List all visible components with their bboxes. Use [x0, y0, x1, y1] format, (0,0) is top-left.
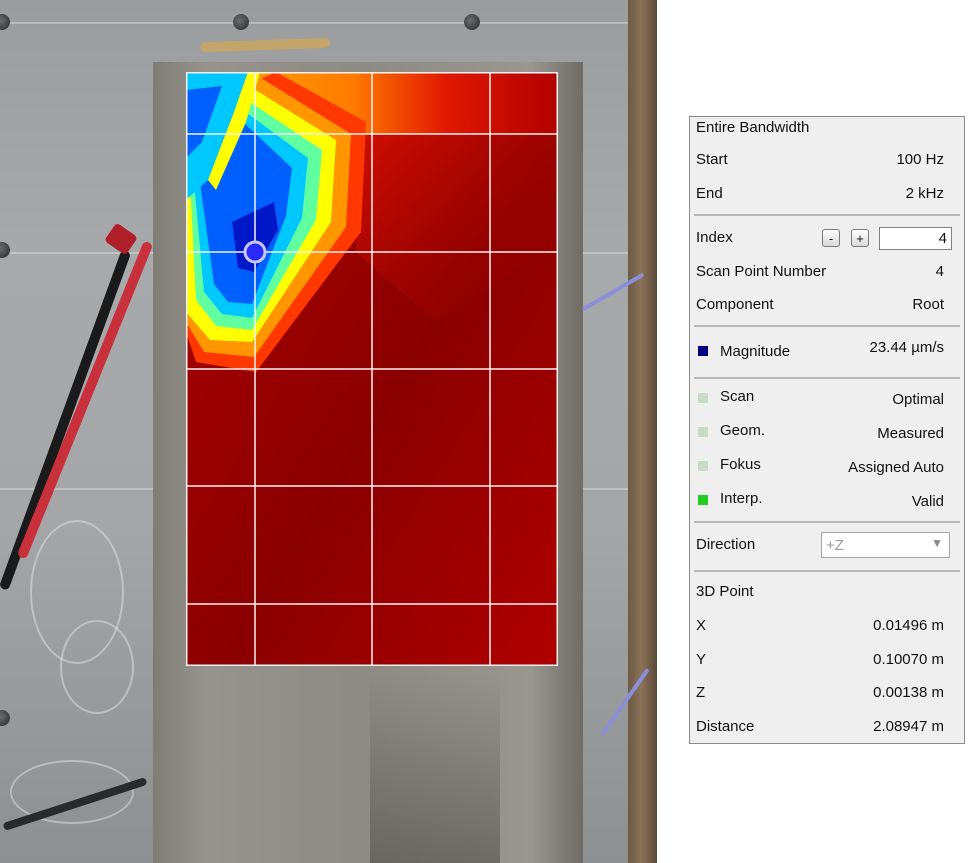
- plate-edge: [0, 22, 657, 24]
- x-value: 0.01496 m: [873, 617, 944, 634]
- bandwidth-row: Entire Bandwidth: [690, 113, 964, 143]
- z-value: 0.00138 m: [873, 684, 944, 701]
- status-value: Optimal: [892, 391, 944, 408]
- sensor-cable: [199, 37, 331, 53]
- chevron-down-icon: ▼: [931, 536, 943, 550]
- direction-value: +Z: [826, 537, 844, 554]
- component-label: Component: [696, 296, 774, 313]
- y-label: Y: [696, 651, 707, 668]
- status-indicator: [698, 461, 708, 471]
- start-value: 100 Hz: [896, 151, 944, 168]
- divider: [694, 325, 960, 327]
- red-cable: [16, 240, 154, 560]
- bolt: [0, 710, 10, 726]
- divider: [694, 521, 960, 523]
- distance-value: 2.08947 m: [873, 718, 944, 735]
- status-label: Interp.: [720, 490, 763, 507]
- direction-row: Direction +Z ▼: [690, 530, 964, 560]
- end-value: 2 kHz: [905, 185, 944, 202]
- magnitude-label: Magnitude: [720, 343, 791, 360]
- index-decrement-button[interactable]: -: [822, 229, 840, 247]
- index-increment-button[interactable]: +: [851, 229, 869, 247]
- end-label: End: [696, 185, 723, 202]
- bandwidth-title: Entire Bandwidth: [696, 119, 810, 136]
- start-label: Start: [696, 151, 728, 168]
- component-value: Root: [912, 296, 944, 313]
- magnitude-row: Magnitude 23.44 µm/s: [690, 335, 964, 365]
- status-value: Assigned Auto: [848, 459, 944, 476]
- direction-label: Direction: [696, 536, 756, 553]
- x-row: X 0.01496 m: [690, 611, 964, 641]
- status-label: Geom.: [720, 422, 766, 439]
- y-value: 0.10070 m: [873, 651, 944, 668]
- status-row-scan: Scan Optimal: [690, 382, 964, 412]
- scan-point-number-value: 4: [935, 263, 944, 280]
- scan-view[interactable]: [0, 0, 657, 863]
- chalk-mark: [60, 620, 134, 714]
- start-row: Start 100 Hz: [690, 145, 964, 175]
- point-3d-title-row: 3D Point: [690, 577, 964, 607]
- status-value: Valid: [911, 493, 944, 510]
- distance-label: Distance: [696, 718, 755, 735]
- status-row-geom: Geom. Measured: [690, 416, 964, 446]
- direction-select[interactable]: +Z ▼: [821, 532, 950, 558]
- status-row-fokus: Fokus Assigned Auto: [690, 450, 964, 480]
- end-row: End 2 kHz: [690, 179, 964, 209]
- magnitude-color-swatch: [698, 346, 708, 356]
- bolt: [464, 14, 480, 30]
- z-row: Z 0.00138 m: [690, 678, 964, 708]
- divider: [694, 570, 960, 572]
- status-value: Measured: [877, 425, 944, 442]
- component-row: Component Root: [690, 290, 964, 320]
- bolt: [0, 242, 10, 258]
- divider: [694, 377, 960, 379]
- y-row: Y 0.10070 m: [690, 645, 964, 675]
- point-properties-panel: Entire Bandwidth Start 100 Hz End 2 kHz …: [689, 116, 965, 744]
- status-label: Fokus: [720, 456, 761, 473]
- status-indicator: [698, 393, 708, 403]
- alligator-clip: [104, 222, 138, 256]
- distance-row: Distance 2.08947 m: [690, 712, 964, 742]
- index-row: Index - +: [690, 223, 964, 253]
- index-label: Index: [696, 229, 733, 246]
- x-label: X: [696, 617, 707, 634]
- scan-point-number-row: Scan Point Number 4: [690, 257, 964, 287]
- z-label: Z: [696, 684, 706, 701]
- bolt: [0, 14, 10, 30]
- scan-point-number-label: Scan Point Number: [696, 263, 827, 280]
- status-row-interp: Interp. Valid: [690, 484, 964, 514]
- status-indicator: [698, 427, 708, 437]
- index-input[interactable]: [879, 227, 952, 250]
- status-indicator: [698, 495, 708, 505]
- support-post: [628, 0, 657, 863]
- magnitude-value: 23.44 µm/s: [869, 339, 944, 356]
- vibration-map[interactable]: [186, 72, 558, 666]
- status-label: Scan: [720, 388, 755, 405]
- specimen-stain: [370, 670, 500, 863]
- bolt: [233, 14, 249, 30]
- divider: [694, 214, 960, 216]
- point-3d-title: 3D Point: [696, 583, 754, 600]
- selected-scan-point[interactable]: [243, 240, 267, 264]
